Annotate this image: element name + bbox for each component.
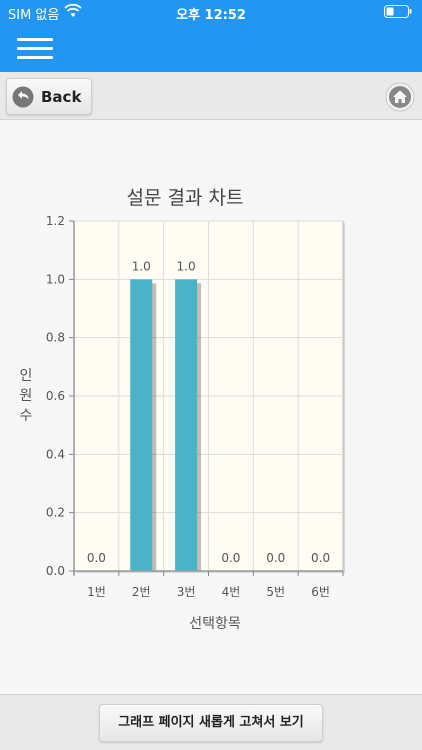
menu-icon[interactable]	[17, 38, 53, 60]
bar-value-label: 1.0	[132, 259, 151, 273]
y-tick-label: 1.2	[46, 214, 65, 228]
x-tick-label: 5번	[266, 585, 285, 599]
x-axis-label: 선택항목	[189, 616, 241, 632]
refresh-graph-button[interactable]: 그래프 페이지 새롭게 고쳐서 보기	[99, 704, 323, 742]
bottom-bar: 그래프 페이지 새롭게 고쳐서 보기	[0, 694, 422, 750]
back-arrow-icon	[12, 86, 34, 108]
y-tick-label: 1.0	[46, 272, 65, 286]
back-button[interactable]: Back	[6, 78, 92, 115]
bar	[175, 279, 198, 571]
bar-value-label: 0.0	[221, 551, 240, 565]
app-bar	[0, 24, 422, 72]
bar-value-label: 0.0	[87, 551, 106, 565]
clock-label: 오후 12:52	[176, 8, 246, 23]
bar-value-label: 0.0	[311, 551, 330, 565]
x-tick-label: 2번	[132, 585, 151, 599]
x-tick-label: 1번	[87, 585, 106, 599]
back-button-label: Back	[41, 88, 82, 106]
bar-value-label: 0.0	[266, 551, 285, 565]
bar	[130, 279, 153, 571]
x-tick-label: 3번	[177, 585, 196, 599]
y-tick-label: 0.4	[46, 447, 65, 461]
bar-chart: 0.0 0.2 0.4 0.6 0.8 1.0 1.2 0.0 1.0 1.0 0.0 0.0 0.0 1…	[46, 214, 345, 599]
x-tick-label: 6번	[311, 585, 330, 599]
status-bar: SIM 없음 오후 12:52	[0, 0, 422, 24]
battery-icon	[384, 5, 412, 18]
bar-value-label: 1.0	[177, 259, 196, 273]
y-tick-label: 0.0	[46, 564, 65, 578]
y-tick-label: 0.2	[46, 506, 65, 520]
home-icon[interactable]	[385, 82, 415, 112]
y-tick-label: 0.8	[46, 331, 65, 345]
x-tick-label: 4번	[222, 585, 241, 599]
y-tick-label: 0.6	[46, 389, 65, 403]
chart-area: 설문 결과 차트 인 원 수 0.0 0.2 0.4 0.6 0.8 1.0 1.2 0.0 1…	[0, 121, 422, 694]
toolbar: Back	[0, 72, 422, 120]
